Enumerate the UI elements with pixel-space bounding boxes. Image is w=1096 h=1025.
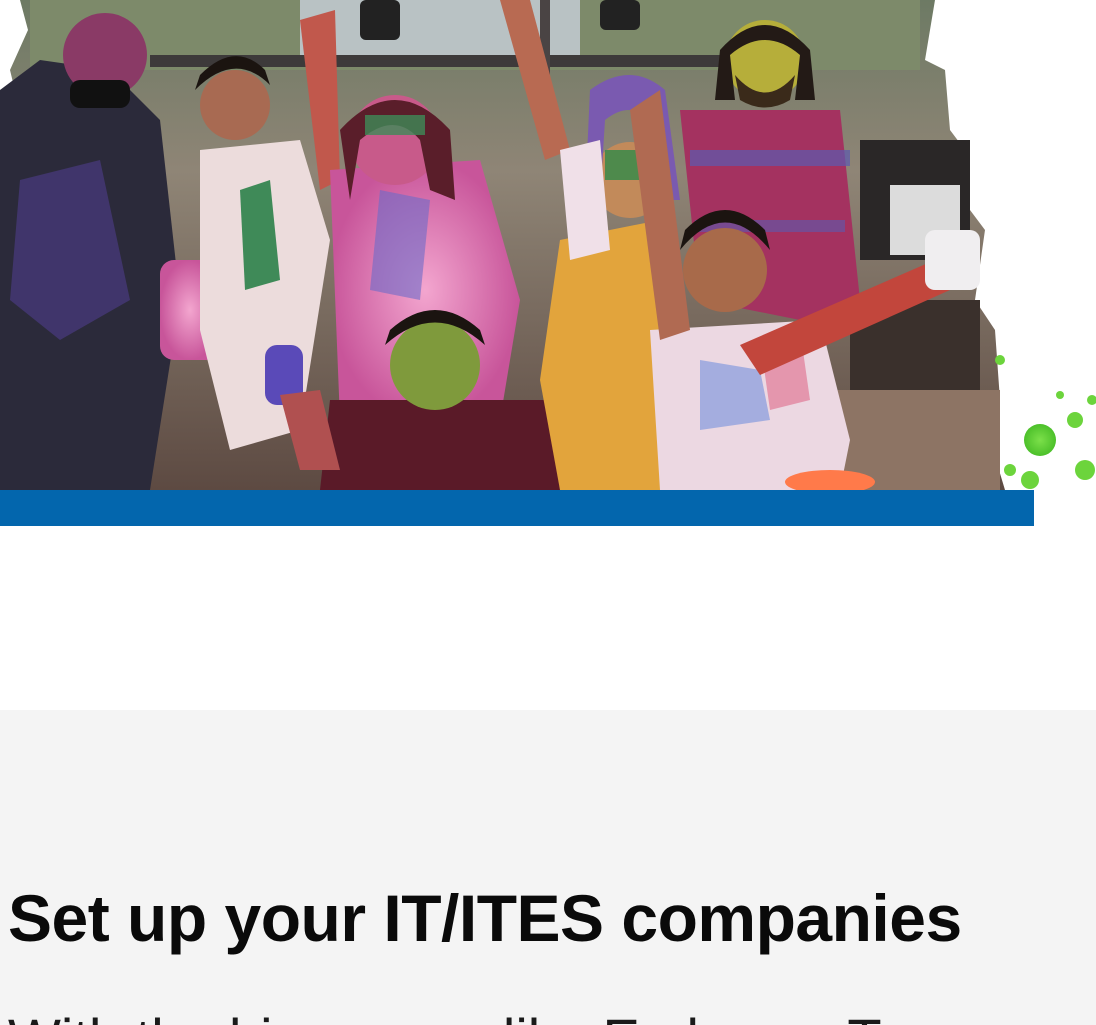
hero-accent-bar	[0, 490, 1034, 526]
page: Set up your IT/ITES companies With the b…	[0, 0, 1096, 1025]
content-section: Set up your IT/ITES companies With the b…	[0, 710, 1096, 1025]
section-title: Set up your IT/ITES companies	[8, 881, 962, 955]
hero-banner	[0, 0, 1096, 710]
holi-celebration-photo	[0, 0, 1096, 494]
section-body-text: With the big names like Embassy Te	[8, 1006, 906, 1025]
